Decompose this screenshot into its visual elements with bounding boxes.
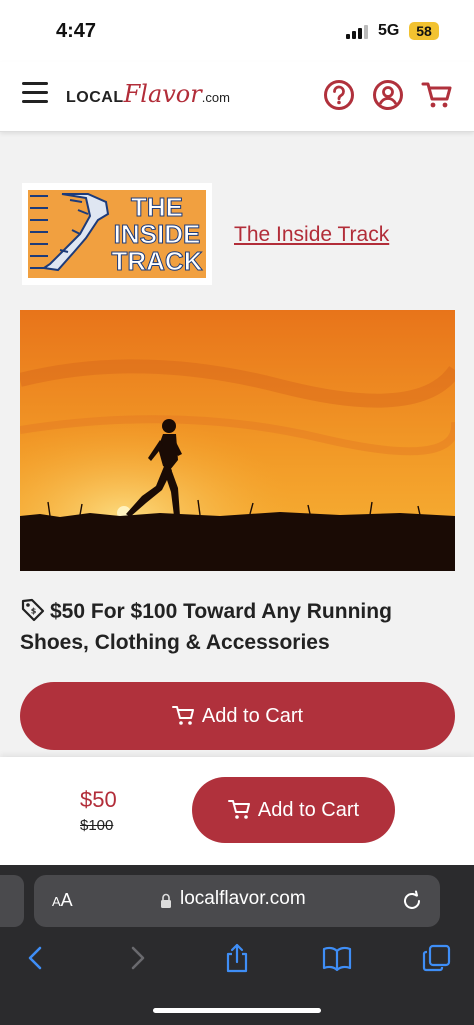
text-size-small: A [52,894,61,909]
price-tag-icon: $ [21,598,45,622]
logo-dotcom-text: .com [201,90,230,105]
url-text: localflavor.com [180,888,306,909]
original-price: $100 [80,817,114,834]
previous-tab-preview[interactable] [0,875,24,927]
share-icon[interactable] [221,943,253,973]
deal-title: $ $50 For $100 Toward Any Running Shoes,… [20,596,460,658]
logo-line-3: TRACK [111,246,203,276]
help-icon[interactable] [323,79,355,111]
deal-price: $50 [80,787,117,812]
cart-icon [171,706,194,725]
logo-line-2: INSIDE [113,219,201,249]
network-type: 5G [378,22,400,39]
deal-title-text: $50 For $100 Toward Any Running Shoes, C… [20,600,392,654]
forward-icon[interactable] [121,943,153,973]
lock-icon [161,893,171,908]
logo-flavor-text: Flavor [123,80,202,108]
back-icon[interactable] [20,943,52,973]
merchant-name-link[interactable]: The Inside Track [234,223,389,247]
site-header: LOCALFlavor.com [0,62,474,132]
sticky-add-to-cart-button[interactable]: Add to Cart [192,777,395,843]
merchant-logo-wordmark: THE INSIDE TRACK [102,192,206,276]
text-size-button[interactable]: AA [52,890,73,911]
account-icon[interactable] [372,79,404,111]
bookmarks-icon[interactable] [321,943,353,973]
cart-icon [227,800,250,819]
logo-local-text: LOCAL [66,89,124,106]
cart-icon[interactable] [421,79,453,111]
status-time: 4:47 [56,20,97,42]
hamburger-menu-icon[interactable] [22,82,48,104]
localflavor-logo[interactable]: LOCALFlavor.com [66,80,230,110]
merchant-logo: THE INSIDE TRACK [22,183,212,285]
text-size-large: A [60,890,73,910]
home-indicator [153,1008,321,1013]
add-to-cart-button[interactable]: Add to Cart [20,682,455,750]
logo-line-1: THE [131,192,184,222]
battery-icon: 58 [409,22,439,40]
add-to-cart-label: Add to Cart [201,704,304,727]
tabs-icon[interactable] [421,943,453,973]
merchant-logo-image: THE INSIDE TRACK [28,190,206,278]
address-bar[interactable]: AA localflavor.com [34,875,440,927]
browser-toolbar: AA localflavor.com [0,865,474,1025]
sticky-add-to-cart-label: Add to Cart [257,798,360,821]
svg-text:$: $ [31,607,37,616]
signal-icon [346,25,370,39]
status-bar: 4:47 5G 58 [0,0,474,62]
hero-image-runner-sunset [20,310,455,571]
reload-icon[interactable] [400,889,424,913]
